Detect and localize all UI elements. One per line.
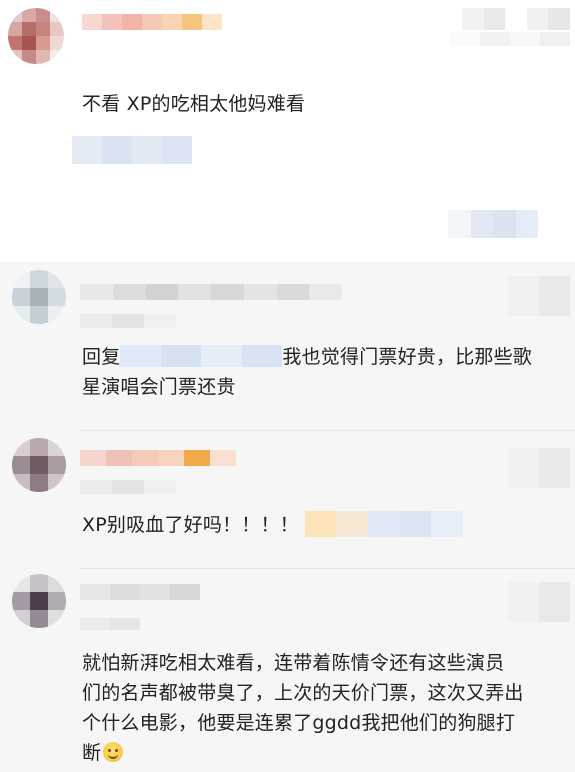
smile-emoji-icon (103, 742, 124, 762)
reply-text-line-2: 们的名声都被带臭了，上次的天价门票，这次又弄出 (82, 682, 524, 704)
timestamp-blurred (80, 314, 176, 328)
reply-prefix: 回复 (82, 346, 121, 368)
reply-count-blurred[interactable] (448, 210, 538, 238)
divider (80, 430, 575, 431)
reply-text-line-1: 就怕新湃吃相太难看，连带着陈情令还有这些演员 (82, 652, 505, 674)
reply-text-line-4-content: 断 (82, 742, 102, 764)
like-area-blurred-2 (450, 32, 570, 46)
replies-section: 回复 我也觉得门票好贵，比那些歌 星演唱会门票还贵 XP别吸血了好吗！！！！ 就怕… (0, 262, 575, 772)
like-area-blurred[interactable] (508, 582, 570, 622)
username-blurred[interactable] (82, 14, 222, 30)
reply-text-line-4: 断 (82, 738, 124, 768)
reply-text: 我也觉得门票好贵，比那些歌 (282, 346, 533, 368)
reply-text-content: XP别吸血了好吗！！！！ (82, 514, 299, 536)
avatar[interactable] (12, 574, 66, 628)
mention-blurred[interactable] (304, 511, 463, 537)
main-comment-card: 不看 XP的吃相太他妈难看 (0, 0, 575, 262)
like-area-blurred[interactable] (462, 8, 570, 30)
avatar[interactable] (8, 8, 64, 64)
username-blurred[interactable] (80, 284, 342, 300)
like-area-blurred[interactable] (508, 448, 570, 488)
like-area-blurred[interactable] (508, 276, 570, 316)
avatar[interactable] (12, 438, 66, 492)
main-comment-text: 不看 XP的吃相太他妈难看 (82, 93, 306, 115)
timestamp-blurred (80, 618, 140, 630)
reply-text-line-2: 星演唱会门票还贵 (82, 376, 236, 398)
username-blurred[interactable] (80, 450, 236, 466)
divider (80, 568, 575, 569)
reply-text-line-3: 个什么电影，他要是连累了ggdd我把他们的狗腿打 (82, 712, 516, 734)
username-blurred[interactable] (80, 584, 200, 600)
reply-text: XP别吸血了好吗！！！！ (82, 510, 463, 540)
reply-text-line-1: 回复 我也觉得门票好贵，比那些歌 (82, 342, 532, 372)
avatar[interactable] (12, 270, 66, 324)
comment-meta-blurred (72, 136, 192, 164)
mention-blurred[interactable] (120, 345, 283, 367)
timestamp-blurred (80, 480, 176, 494)
